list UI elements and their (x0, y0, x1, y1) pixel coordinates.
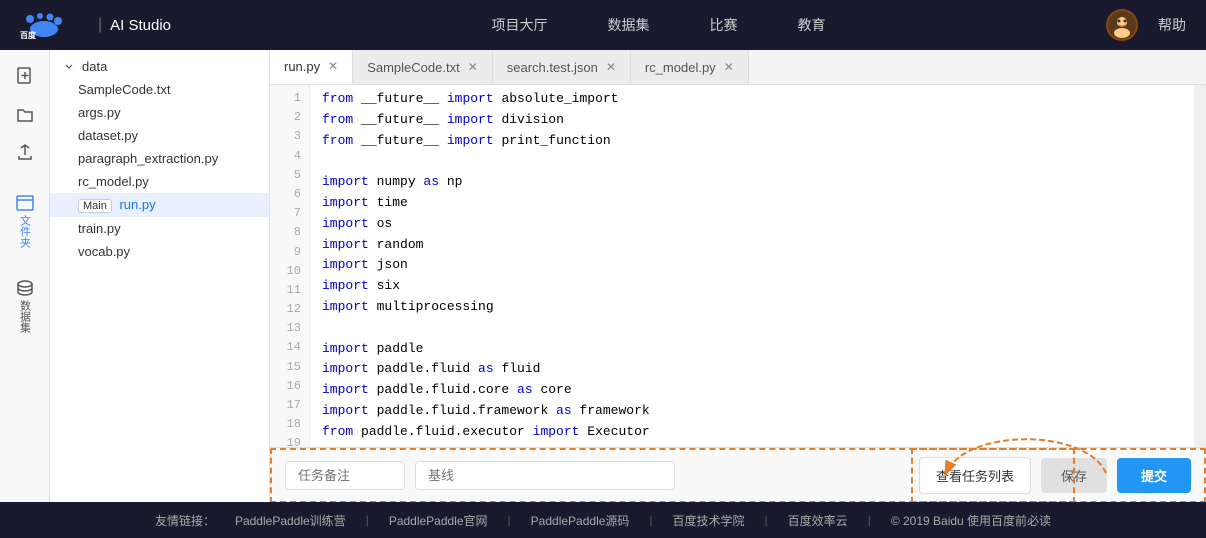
editor-area: run.py ✕ SampleCode.txt ✕ search.test.js… (270, 50, 1206, 502)
main-badge: Main (78, 199, 112, 213)
nav-items: 项目大厅 数据集 比赛 教育 (211, 15, 1106, 35)
nav-separator: | (98, 16, 102, 34)
footer-link-paddlesrc[interactable]: PaddlePaddle源码 (531, 512, 630, 529)
tab-searchtestjson-close[interactable]: ✕ (606, 61, 616, 73)
footer-link-paddlecamps[interactable]: PaddlePaddle训练营 (235, 512, 346, 529)
tab-runpy[interactable]: run.py ✕ (270, 50, 353, 84)
editor-tabs: run.py ✕ SampleCode.txt ✕ search.test.js… (270, 50, 1206, 85)
tab-rcmodel[interactable]: rc_model.py ✕ (631, 50, 749, 84)
file-dataset[interactable]: dataset.py (50, 124, 269, 147)
file-rcmodel[interactable]: rc_model.py (50, 170, 269, 193)
main-content: 文件夹 数据集 data SampleCode.txt args.py data… (0, 50, 1206, 502)
baidu-logo: 百度 (20, 11, 90, 39)
tab-rcmodel-label: rc_model.py (645, 60, 716, 75)
task-list-button[interactable]: 查看任务列表 (919, 457, 1031, 494)
footer-link-baiducloud[interactable]: 百度效率云 (788, 512, 848, 529)
tab-searchtestjson-label: search.test.json (507, 60, 598, 75)
top-nav: 百度 | AI Studio 项目大厅 数据集 比赛 教育 帮助 (0, 0, 1206, 50)
nav-projects[interactable]: 项目大厅 (492, 15, 548, 35)
save-button[interactable]: 保存 (1041, 458, 1107, 493)
footer-prefix: 友情链接： (155, 512, 215, 529)
files-label: 文件夹 (17, 215, 33, 248)
baseline-input[interactable] (415, 461, 675, 490)
folder-name: data (82, 59, 107, 74)
datasets-section-btn[interactable]: 数据集 (15, 278, 35, 333)
footer: 友情链接： PaddlePaddle训练营 | PaddlePaddle官网 |… (0, 502, 1206, 538)
datasets-label: 数据集 (17, 300, 33, 333)
bottom-bar: 查看任务列表 保存 提交 (270, 447, 1206, 502)
nav-datasets[interactable]: 数据集 (608, 15, 650, 35)
scrollbar-vertical[interactable] (1194, 85, 1206, 447)
code-editor[interactable]: from __future__ import absolute_import f… (310, 85, 1194, 447)
nav-competition[interactable]: 比赛 (710, 15, 738, 35)
ai-studio-label: AI Studio (110, 17, 171, 34)
tab-runpy-label: run.py (284, 59, 320, 74)
file-runpy[interactable]: Main run.py (50, 193, 269, 217)
sidebar-icons: 文件夹 数据集 (0, 50, 50, 502)
footer-link-baidutech[interactable]: 百度技术学院 (673, 512, 745, 529)
tab-samplecode[interactable]: SampleCode.txt ✕ (353, 50, 493, 84)
files-section-btn[interactable]: 文件夹 (15, 193, 35, 248)
svg-text:百度: 百度 (20, 30, 37, 39)
folder-chevron (62, 60, 76, 74)
nav-education[interactable]: 教育 (798, 15, 826, 35)
code-container: 123456789101112131415161718192021222324 … (270, 85, 1206, 447)
nav-right: 帮助 (1106, 9, 1186, 41)
new-file-button[interactable] (7, 58, 43, 94)
folder-data[interactable]: data (50, 55, 269, 78)
tab-samplecode-label: SampleCode.txt (367, 60, 460, 75)
tab-samplecode-close[interactable]: ✕ (468, 61, 478, 73)
submit-button[interactable]: 提交 (1117, 458, 1191, 493)
tab-searchtestjson[interactable]: search.test.json ✕ (493, 50, 631, 84)
tab-runpy-close[interactable]: ✕ (328, 60, 338, 72)
upload-button[interactable] (7, 134, 43, 170)
nav-logo: 百度 | AI Studio (20, 11, 171, 39)
file-paragraph[interactable]: paragraph_extraction.py (50, 147, 269, 170)
help-link[interactable]: 帮助 (1158, 15, 1186, 35)
file-samplecode[interactable]: SampleCode.txt (50, 78, 269, 101)
file-tree: data SampleCode.txt args.py dataset.py p… (50, 50, 270, 502)
footer-link-paddleweb[interactable]: PaddlePaddle官网 (389, 512, 488, 529)
tab-rcmodel-close[interactable]: ✕ (724, 61, 734, 73)
file-train[interactable]: train.py (50, 217, 269, 240)
file-vocab[interactable]: vocab.py (50, 240, 269, 263)
file-args[interactable]: args.py (50, 101, 269, 124)
line-numbers: 123456789101112131415161718192021222324 (270, 85, 310, 447)
open-folder-button[interactable] (7, 96, 43, 132)
user-avatar[interactable] (1106, 9, 1138, 41)
footer-copyright: © 2019 Baidu 使用百度前必读 (891, 512, 1051, 529)
task-note-input[interactable] (285, 461, 405, 490)
